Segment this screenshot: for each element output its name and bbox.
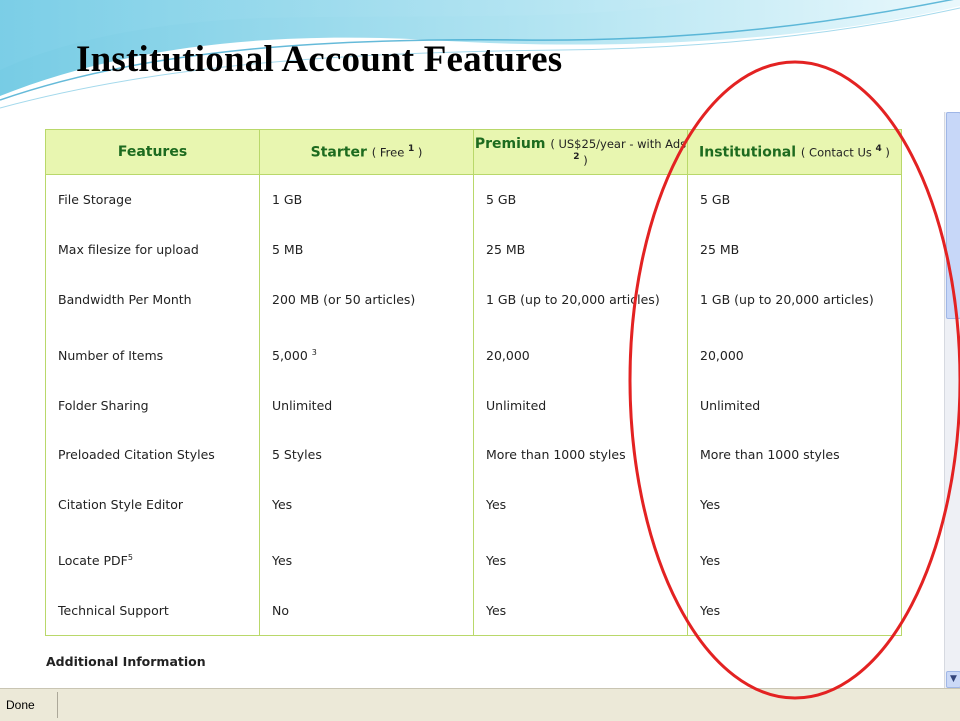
header-sublabel: ( US$25/year - with Ads (550, 136, 687, 151)
premium-cell: Unlimited (473, 380, 688, 430)
header-starter: Starter ( Free 1 ) (259, 129, 474, 175)
premium-cell: 20,000 (473, 324, 688, 381)
table-row: File Storage 1 GB 5 GB 5 GB (45, 174, 902, 225)
header-sublabel: ( Contact Us (800, 145, 876, 160)
features-table-container: Features Starter ( Free 1 ) Premium ( US… (45, 129, 902, 637)
vertical-scrollbar[interactable]: ▼ (944, 112, 960, 688)
status-text: Done (6, 698, 35, 712)
browser-viewport: Features Starter ( Free 1 ) Premium ( US… (0, 112, 960, 721)
table-header-row: Features Starter ( Free 1 ) Premium ( US… (45, 129, 902, 175)
starter-cell: 200 MB (or 50 articles) (259, 274, 474, 325)
header-label: Premium (474, 135, 546, 152)
feature-cell: Preloaded Citation Styles (45, 429, 260, 480)
feature-label: Locate PDF (58, 553, 128, 569)
feature-cell: Technical Support (45, 585, 260, 637)
starter-cell: 1 GB (259, 174, 474, 225)
starter-cell: Yes (259, 479, 474, 530)
header-sublabel-end: ) (579, 153, 588, 168)
institutional-cell: More than 1000 styles (687, 429, 902, 480)
institutional-cell: Yes (687, 479, 902, 530)
premium-cell: More than 1000 styles (473, 429, 688, 480)
additional-information-heading: Additional Information (46, 654, 206, 669)
header-label: Institutional (699, 144, 797, 161)
table-row: Folder Sharing Unlimited Unlimited Unlim… (45, 380, 902, 430)
table-row: Bandwidth Per Month 200 MB (or 50 articl… (45, 274, 902, 325)
table-row: Citation Style Editor Yes Yes Yes (45, 479, 902, 530)
starter-cell: No (259, 585, 474, 637)
feature-cell: Number of Items (45, 324, 260, 381)
table-row: Technical Support No Yes Yes (45, 585, 902, 637)
feature-cell: Locate PDF5 (45, 529, 260, 586)
scrollbar-thumb[interactable] (946, 112, 960, 319)
premium-cell: 25 MB (473, 224, 688, 275)
premium-cell: 1 GB (up to 20,000 articles) (473, 274, 688, 325)
footnote-mark: 5 (127, 552, 133, 562)
premium-cell: Yes (473, 529, 688, 586)
footnote-mark: 3 (311, 347, 317, 357)
status-divider (57, 692, 58, 718)
starter-value: 5,000 (272, 347, 308, 363)
header-sublabel: ( Free (371, 145, 408, 160)
feature-cell: Folder Sharing (45, 380, 260, 430)
starter-cell: 5 Styles (259, 429, 474, 480)
header-sublabel-end: ) (414, 145, 423, 160)
features-comparison-table: Features Starter ( Free 1 ) Premium ( US… (45, 129, 902, 637)
feature-cell: File Storage (45, 174, 260, 225)
institutional-cell: 20,000 (687, 324, 902, 381)
premium-cell: 5 GB (473, 174, 688, 225)
chevron-down-icon[interactable]: ▼ (946, 671, 960, 688)
institutional-cell: Yes (687, 585, 902, 637)
starter-cell: Unlimited (259, 380, 474, 430)
table-row: Preloaded Citation Styles 5 Styles More … (45, 429, 902, 480)
header-features: Features (45, 129, 260, 175)
header-institutional: Institutional ( Contact Us 4 ) (687, 129, 902, 175)
premium-cell: Yes (473, 479, 688, 530)
feature-cell: Max filesize for upload (45, 224, 260, 275)
table-row: Max filesize for upload 5 MB 25 MB 25 MB (45, 224, 902, 275)
starter-cell: Yes (259, 529, 474, 586)
institutional-cell: Yes (687, 529, 902, 586)
table-row: Locate PDF5 Yes Yes Yes (45, 529, 902, 586)
browser-status-bar: Done (0, 688, 960, 721)
slide-title: Institutional Account Features (76, 39, 563, 80)
institutional-cell: 1 GB (up to 20,000 articles) (687, 274, 902, 325)
table-row: Number of Items 5,000 3 20,000 20,000 (45, 324, 902, 381)
premium-cell: Yes (473, 585, 688, 637)
institutional-cell: 25 MB (687, 224, 902, 275)
header-label: Starter (310, 144, 367, 161)
institutional-cell: 5 GB (687, 174, 902, 225)
header-sublabel-end: ) (881, 145, 890, 160)
header-label: Features (117, 144, 188, 160)
feature-cell: Citation Style Editor (45, 479, 260, 530)
header-premium: Premium ( US$25/year - with Ads 2 ) (473, 129, 688, 175)
feature-cell: Bandwidth Per Month (45, 274, 260, 325)
institutional-cell: Unlimited (687, 380, 902, 430)
starter-cell: 5 MB (259, 224, 474, 275)
starter-cell: 5,000 3 (259, 324, 474, 381)
